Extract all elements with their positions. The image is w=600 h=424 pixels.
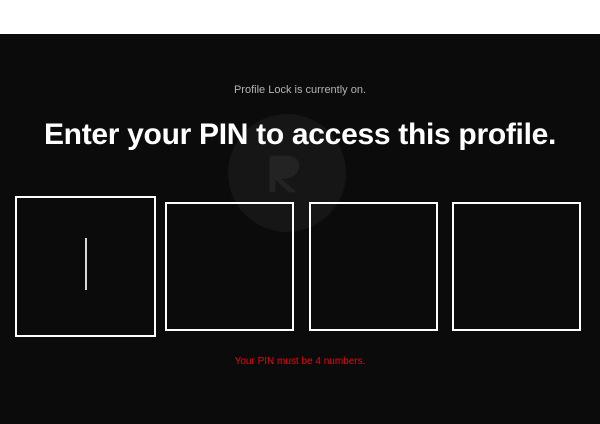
- pin-digit-4-input[interactable]: [452, 202, 581, 331]
- pin-digit-3-input[interactable]: [309, 202, 438, 331]
- profile-lock-status: Profile Lock is currently on.: [233, 84, 367, 96]
- text-caret: [85, 238, 87, 290]
- pin-digit-2-input[interactable]: [165, 202, 294, 331]
- pin-digit-1-input[interactable]: [15, 196, 156, 337]
- profile-lock-screen: Profile Lock is currently on. Enter your…: [0, 34, 600, 424]
- page-title: Enter your PIN to access this profile.: [43, 118, 557, 151]
- pin-error-message: Your PIN must be 4 numbers.: [234, 356, 366, 367]
